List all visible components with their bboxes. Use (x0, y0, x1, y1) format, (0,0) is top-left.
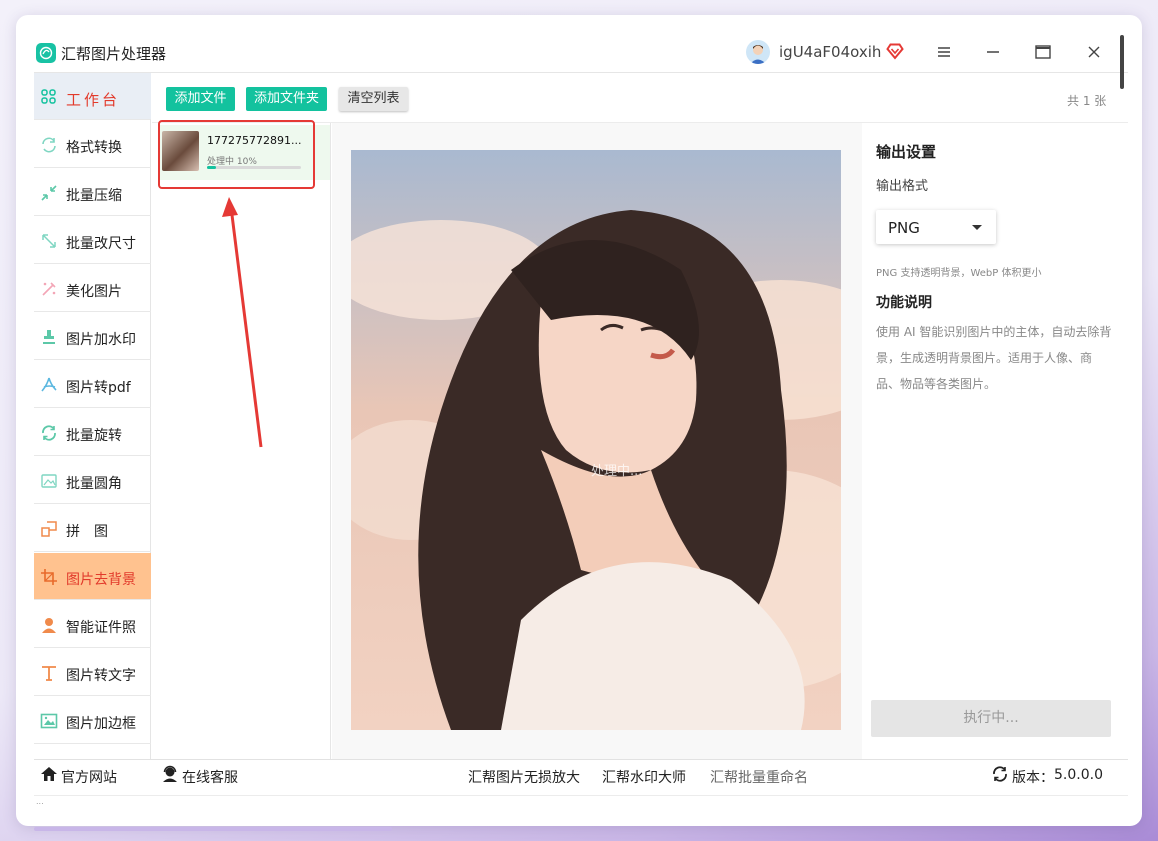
title-bar: 汇帮图片处理器 igU4aF04oxih (16, 15, 1142, 73)
add-folder-button[interactable]: 添加文件夹 (246, 87, 327, 111)
sidebar-item-collage[interactable]: 拼 图 (34, 505, 151, 552)
sidebar-item-label: 拼 图 (66, 524, 108, 540)
sidebar-item-label: 批量旋转 (66, 428, 122, 444)
link-lossless-upscale[interactable]: 汇帮图片无损放大 (468, 767, 580, 787)
version-label: 版本： (1012, 770, 1054, 786)
app-title: 汇帮图片处理器 (61, 45, 167, 63)
sidebar-item-watermark[interactable]: 图片加水印 (34, 313, 151, 360)
format-select-value: PNG (888, 219, 920, 237)
link-batch-rename[interactable]: 汇帮批量重命名 (710, 767, 808, 787)
sidebar-item-add-frame[interactable]: 图片加边框 (34, 697, 151, 744)
app-logo-icon (36, 43, 56, 63)
collage-icon (41, 521, 57, 537)
vip-diamond-icon[interactable] (886, 42, 904, 64)
format-hint: PNG 支持透明背景，WebP 体积更小 (876, 268, 1042, 279)
sidebar-item-workbench[interactable]: 工作台 (34, 73, 151, 120)
sidebar-item-format-convert[interactable]: 格式转换 (34, 121, 151, 168)
sidebar-item-rounded-corner[interactable]: 批量圆角 (34, 457, 151, 504)
sidebar-item-to-pdf[interactable]: 图片转pdf (34, 361, 151, 408)
sidebar-item-remove-background[interactable]: 图片去背景 (34, 553, 151, 600)
format-select[interactable]: PNG (876, 210, 996, 244)
close-icon (1088, 46, 1100, 58)
preview-image: 处理中... (351, 150, 841, 730)
resize-icon (42, 234, 56, 248)
sidebar-item-label: 美化图片 (66, 284, 122, 300)
annotation-highlight-box (158, 120, 315, 189)
text-t-icon (42, 666, 56, 681)
sidebar-item-label: 图片去背景 (66, 572, 136, 588)
file-count: 共 1 张 (1067, 94, 1107, 108)
beautify-icon (42, 282, 56, 296)
format-convert-icon (42, 137, 56, 153)
sidebar-item-label: 批量压缩 (66, 188, 122, 204)
crop-background-icon (41, 569, 57, 585)
sidebar-item-label: 图片转pdf (66, 380, 131, 396)
user-name[interactable]: igU4aF04oxih (779, 43, 881, 61)
add-file-button[interactable]: 添加文件 (166, 87, 235, 111)
format-label: 输出格式 (876, 179, 929, 194)
online-support-link[interactable]: 在线客服 (182, 767, 238, 787)
maximize-icon (1035, 45, 1051, 59)
id-photo-person-icon (42, 618, 56, 633)
sidebar-item-label: 图片转文字 (66, 668, 136, 684)
menu-icon (938, 47, 950, 57)
sidebar-item-id-photo[interactable]: 智能证件照 (34, 601, 151, 648)
avatar[interactable] (746, 40, 770, 64)
sidebar-item-label: 工作台 (66, 91, 121, 109)
processing-overlay-text: 处理中... (591, 464, 643, 479)
bottom-bar: 官方网站 在线客服 汇帮图片无损放大 汇帮水印大师 汇帮批量重命名 版本： 5.… (34, 760, 1128, 794)
sidebar-item-rotate[interactable]: 批量旋转 (34, 409, 151, 456)
settings-title: 输出设置 (876, 143, 937, 161)
menu-button[interactable] (933, 41, 955, 63)
sidebar-item-to-text[interactable]: 图片转文字 (34, 649, 151, 696)
official-website-link[interactable]: 官方网站 (61, 767, 117, 787)
function-title: 功能说明 (876, 295, 932, 311)
close-button[interactable] (1083, 41, 1105, 63)
refresh-icon (993, 766, 1007, 782)
sidebar-item-resize[interactable]: 批量改尺寸 (34, 217, 151, 264)
execute-button[interactable]: 执行中... (871, 700, 1111, 737)
rounded-corner-icon (41, 474, 57, 488)
pdf-icon (41, 377, 57, 392)
title-divider (34, 72, 1128, 73)
sidebar-item-label: 批量改尺寸 (66, 236, 136, 252)
workbench-grid-icon (41, 89, 56, 104)
home-icon (41, 767, 57, 781)
status-divider (34, 795, 1128, 796)
sidebar: 工作台 格式转换 批量压缩 批量改尺寸 美化图片 图片加水印 图片转pdf 批量… (34, 73, 151, 759)
settings-panel: 输出设置 输出格式 PNG PNG 支持透明背景，WebP 体积更小 功能说明 … (862, 123, 1128, 759)
watermark-stamp-icon (43, 330, 55, 344)
sidebar-item-beautify[interactable]: 美化图片 (34, 265, 151, 312)
maximize-button[interactable] (1032, 41, 1054, 63)
status-text: ... (36, 797, 44, 806)
vertical-scrollbar[interactable] (1120, 35, 1124, 89)
sidebar-item-label: 图片加水印 (66, 332, 136, 348)
minimize-icon (987, 51, 999, 53)
sidebar-item-label: 图片加边框 (66, 716, 136, 732)
sidebar-item-label: 格式转换 (66, 140, 122, 156)
minimize-button[interactable] (982, 41, 1004, 63)
function-description: 使用 AI 智能识别图片中的主体，自动去除背景，生成透明背景图片。适用于人像、商… (876, 325, 1112, 391)
clear-list-button[interactable]: 清空列表 (339, 87, 408, 111)
link-watermark-master[interactable]: 汇帮水印大师 (602, 767, 686, 787)
horizontal-scrollbar[interactable] (34, 827, 392, 831)
customer-service-icon (163, 765, 177, 782)
version-number: 5.0.0.0 (1054, 767, 1103, 783)
compress-icon (41, 185, 57, 201)
frame-image-icon (40, 713, 58, 729)
preview-area: 处理中... (332, 123, 862, 759)
annotation-arrow-icon (222, 197, 263, 448)
sidebar-item-label: 智能证件照 (66, 620, 136, 636)
sidebar-item-compress[interactable]: 批量压缩 (34, 169, 151, 216)
app-window: 汇帮图片处理器 igU4aF04oxih 工作台 格式转换 批量压缩 批量改尺寸… (16, 15, 1142, 826)
chevron-down-icon (972, 225, 982, 230)
rotate-icon (42, 425, 56, 441)
sidebar-item-label: 批量圆角 (66, 476, 122, 492)
